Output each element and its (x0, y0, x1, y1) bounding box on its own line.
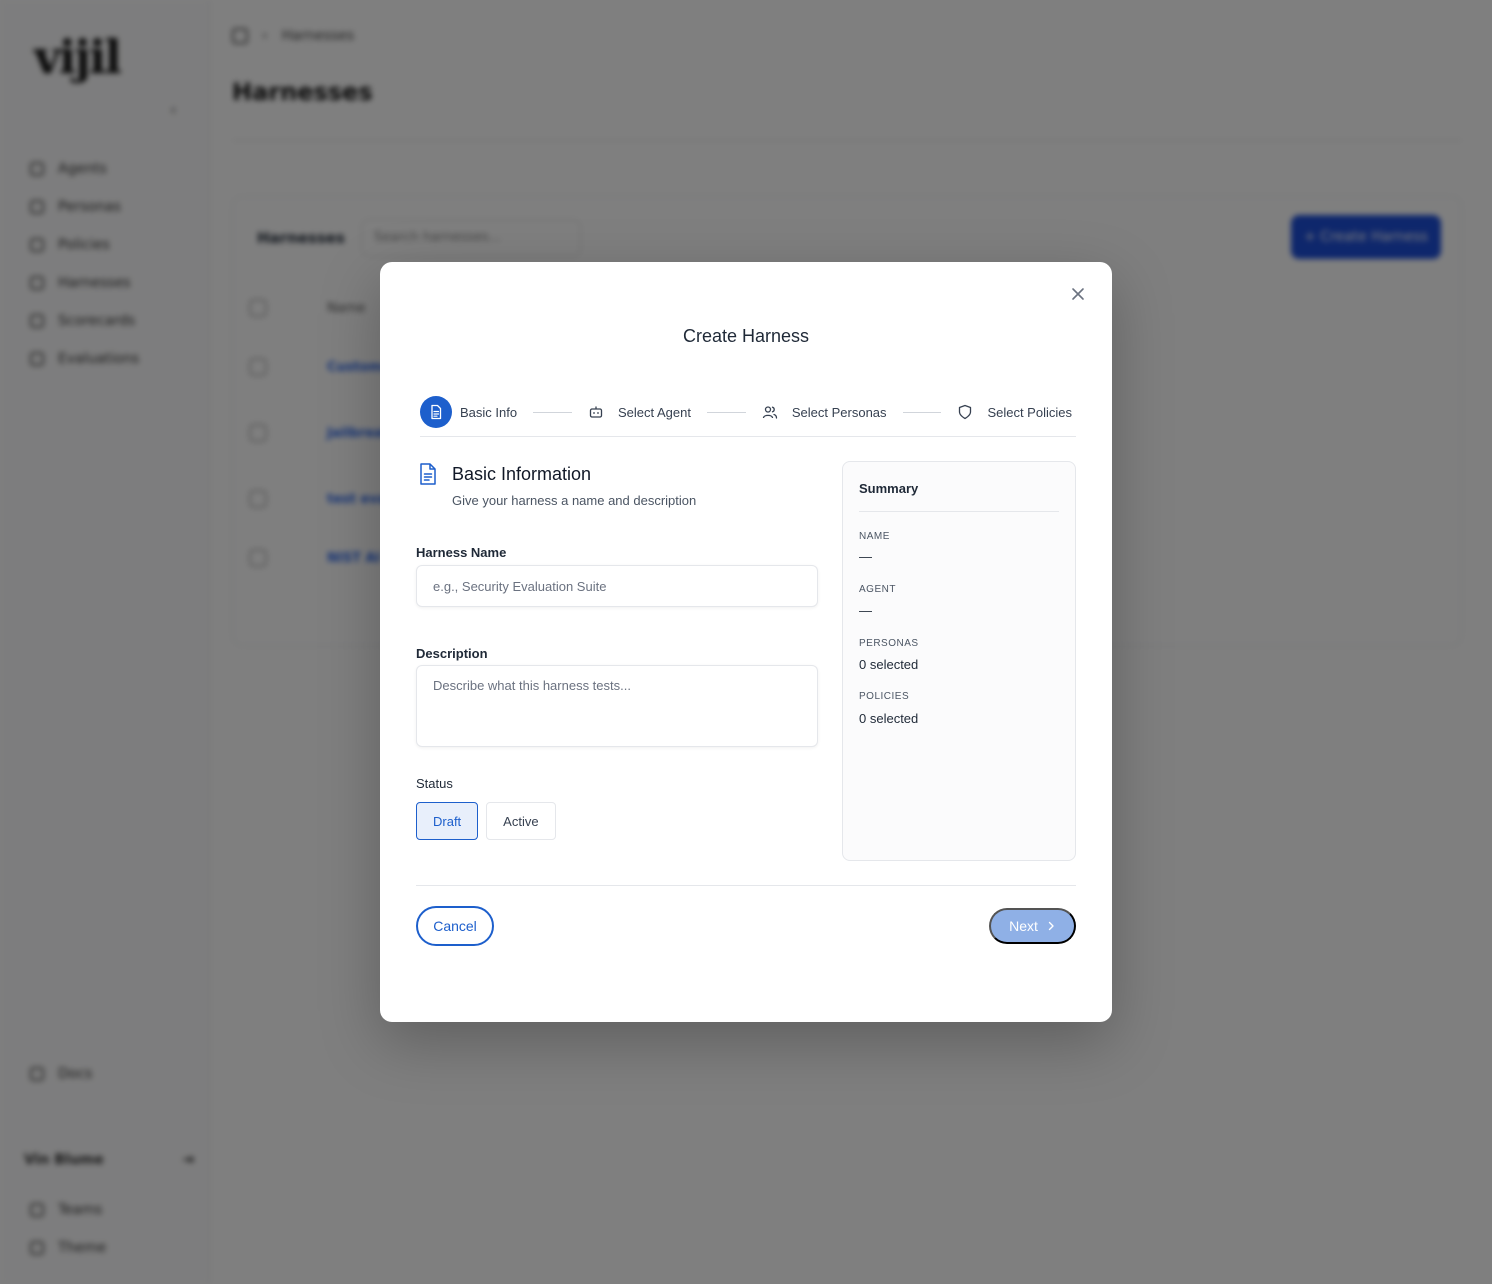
step-connector (533, 411, 572, 413)
step-connector (706, 411, 746, 413)
status-active-button[interactable]: Active (486, 802, 556, 840)
cancel-button[interactable]: Cancel (416, 906, 494, 946)
status-draft-button[interactable]: Draft (416, 802, 479, 840)
step-label: Select Personas (791, 404, 887, 420)
summary-policies-value: 0 selected (859, 711, 919, 726)
chevron-right-icon (1046, 918, 1056, 934)
summary-agent-value: — (859, 603, 872, 618)
harness-name-label: Harness Name (416, 545, 507, 560)
footer-divider (416, 885, 1076, 886)
document-icon (420, 396, 452, 428)
step-basic-info[interactable]: Basic Info (420, 396, 517, 428)
users-icon (762, 404, 778, 420)
robot-icon (588, 404, 604, 420)
status-toggle: Draft Active (416, 802, 556, 840)
summary-title: Summary (859, 481, 919, 496)
next-button[interactable]: Next (989, 908, 1076, 944)
summary-policies-key: POLICIES (859, 691, 910, 702)
document-icon (416, 462, 440, 486)
section-header: Basic Information (416, 462, 591, 486)
create-harness-modal: Create Harness Basic Info Select Agent S… (380, 262, 1112, 1022)
shield-icon (957, 404, 973, 420)
modal-title: Create Harness (682, 326, 810, 346)
step-label: Select Policies (987, 404, 1072, 420)
summary-personas-key: PERSONAS (859, 638, 919, 649)
close-icon[interactable] (1068, 284, 1088, 304)
description-label: Description (416, 646, 488, 661)
summary-name-key: NAME (859, 531, 890, 542)
summary-agent-key: AGENT (859, 584, 896, 595)
step-label: Select Agent (617, 404, 691, 420)
step-select-policies[interactable]: Select Policies (957, 404, 1072, 420)
step-select-personas[interactable]: Select Personas (762, 404, 887, 420)
stepper-divider (420, 436, 1076, 437)
status-label: Status (416, 776, 453, 791)
section-subtitle: Give your harness a name and description (452, 493, 697, 508)
section-title: Basic Information (452, 464, 592, 484)
summary-personas-value: 0 selected (859, 657, 919, 672)
step-label: Basic Info (460, 404, 518, 420)
step-connector (902, 411, 942, 413)
summary-divider (859, 511, 1059, 512)
next-label: Next (1009, 918, 1038, 934)
harness-name-input[interactable] (416, 565, 818, 607)
stepper: Basic Info Select Agent Select Personas … (420, 388, 1072, 436)
step-select-agent[interactable]: Select Agent (588, 404, 691, 420)
summary-name-value: — (859, 549, 872, 564)
description-textarea[interactable] (416, 665, 818, 747)
summary-panel: Summary NAME — AGENT — PERSONAS 0 select… (842, 461, 1076, 861)
